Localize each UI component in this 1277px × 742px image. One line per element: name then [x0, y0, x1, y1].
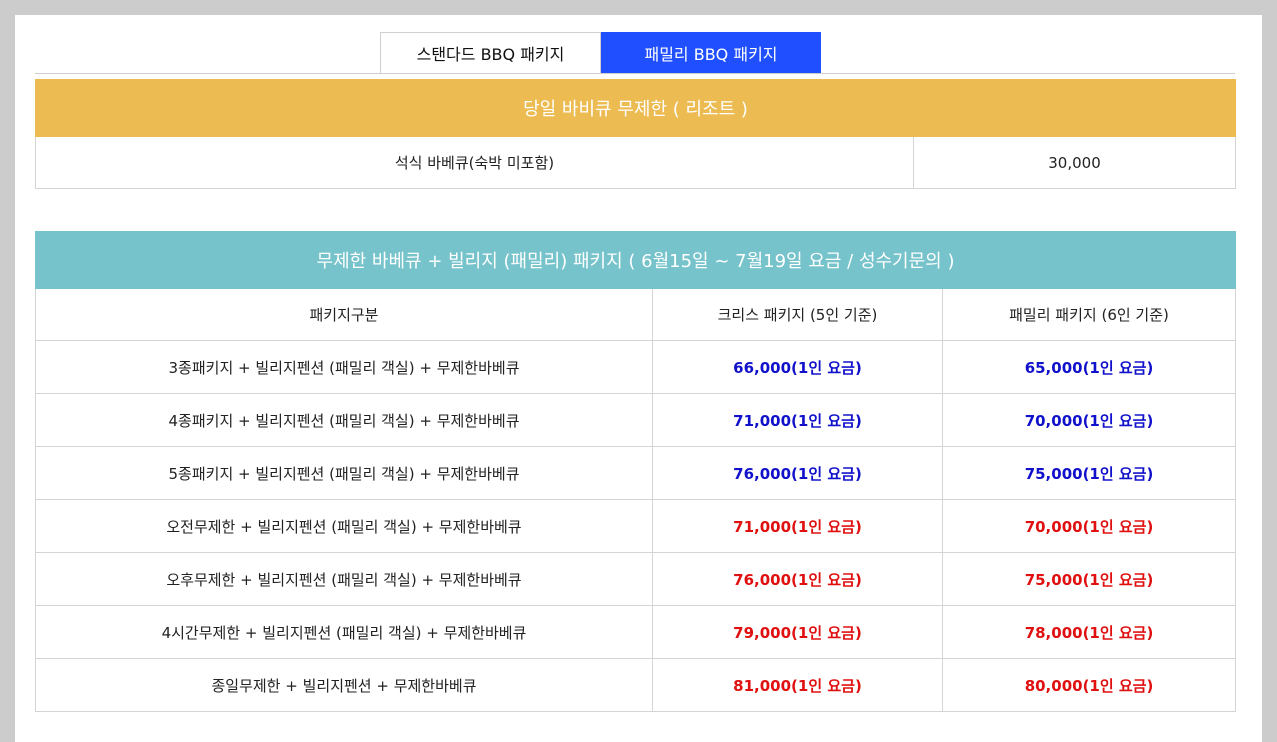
family-price: 78,000(1인 요금) — [941, 605, 1237, 659]
family-price: 70,000(1인 요금) — [941, 499, 1237, 553]
package-table-title: 무제한 바베큐 + 빌리지 (패밀리) 패키지 ( 6월15일 ~ 7월19일 … — [34, 231, 1237, 289]
kris-price: 79,000(1인 요금) — [652, 605, 943, 659]
table-row: 5종패키지 + 빌리지펜션 (패밀리 객실) + 무제한바베큐 76,000(1… — [35, 446, 1237, 500]
table-row: 종일무제한 + 빌리지펜션 + 무제한바베큐 81,000(1인 요금) 80,… — [35, 658, 1237, 712]
family-price: 70,000(1인 요금) — [941, 393, 1237, 447]
package-name: 4시간무제한 + 빌리지펜션 (패밀리 객실) + 무제한바베큐 — [35, 605, 653, 659]
table-row: 오후무제한 + 빌리지펜션 (패밀리 객실) + 무제한바베큐 76,000(1… — [35, 552, 1237, 606]
table-row: 석식 바베큐(숙박 미포함) 30,000 — [35, 136, 1236, 189]
kris-price: 76,000(1인 요금) — [652, 552, 943, 606]
tab-family-bbq[interactable]: 패밀리 BBQ 패키지 — [601, 32, 821, 73]
resort-table-title: 당일 바비큐 무제한 ( 리조트 ) — [35, 79, 1236, 137]
package-price-table: 무제한 바베큐 + 빌리지 (패밀리) 패키지 ( 6월15일 ~ 7월19일 … — [34, 231, 1237, 712]
package-name: 3종패키지 + 빌리지펜션 (패밀리 객실) + 무제한바베큐 — [35, 340, 653, 394]
column-header-family: 패밀리 패키지 (6인 기준) — [941, 288, 1237, 341]
column-header-kris: 크리스 패키지 (5인 기준) — [652, 288, 943, 341]
kris-price: 76,000(1인 요금) — [652, 446, 943, 500]
resort-row-price: 30,000 — [913, 136, 1236, 189]
family-price: 65,000(1인 요금) — [941, 340, 1237, 394]
family-price: 80,000(1인 요금) — [941, 658, 1237, 712]
page: 스탠다드 BBQ 패키지 패밀리 BBQ 패키지 당일 바비큐 무제한 ( 리조… — [15, 15, 1262, 742]
package-name: 오후무제한 + 빌리지펜션 (패밀리 객실) + 무제한바베큐 — [35, 552, 653, 606]
package-name: 5종패키지 + 빌리지펜션 (패밀리 객실) + 무제한바베큐 — [35, 446, 653, 500]
table-row: 3종패키지 + 빌리지펜션 (패밀리 객실) + 무제한바베큐 66,000(1… — [35, 340, 1237, 394]
package-name: 종일무제한 + 빌리지펜션 + 무제한바베큐 — [35, 658, 653, 712]
table-row: 오전무제한 + 빌리지펜션 (패밀리 객실) + 무제한바베큐 71,000(1… — [35, 499, 1237, 553]
column-header-row: 패키지구분 크리스 패키지 (5인 기준) 패밀리 패키지 (6인 기준) — [35, 288, 1237, 341]
column-header-package: 패키지구분 — [35, 288, 653, 341]
kris-price: 66,000(1인 요금) — [652, 340, 943, 394]
tab-divider — [35, 73, 1235, 74]
family-price: 75,000(1인 요금) — [941, 552, 1237, 606]
package-tabs: 스탠다드 BBQ 패키지 패밀리 BBQ 패키지 — [380, 32, 821, 73]
package-name: 오전무제한 + 빌리지펜션 (패밀리 객실) + 무제한바베큐 — [35, 499, 653, 553]
resort-bbq-table: 당일 바비큐 무제한 ( 리조트 ) 석식 바베큐(숙박 미포함) 30,000 — [35, 79, 1236, 189]
table-row: 4시간무제한 + 빌리지펜션 (패밀리 객실) + 무제한바베큐 79,000(… — [35, 605, 1237, 659]
kris-price: 71,000(1인 요금) — [652, 499, 943, 553]
resort-row-label: 석식 바베큐(숙박 미포함) — [35, 136, 914, 189]
kris-price: 71,000(1인 요금) — [652, 393, 943, 447]
family-price: 75,000(1인 요금) — [941, 446, 1237, 500]
package-name: 4종패키지 + 빌리지펜션 (패밀리 객실) + 무제한바베큐 — [35, 393, 653, 447]
tab-standard-bbq[interactable]: 스탠다드 BBQ 패키지 — [380, 32, 601, 73]
kris-price: 81,000(1인 요금) — [652, 658, 943, 712]
table-row: 4종패키지 + 빌리지펜션 (패밀리 객실) + 무제한바베큐 71,000(1… — [35, 393, 1237, 447]
